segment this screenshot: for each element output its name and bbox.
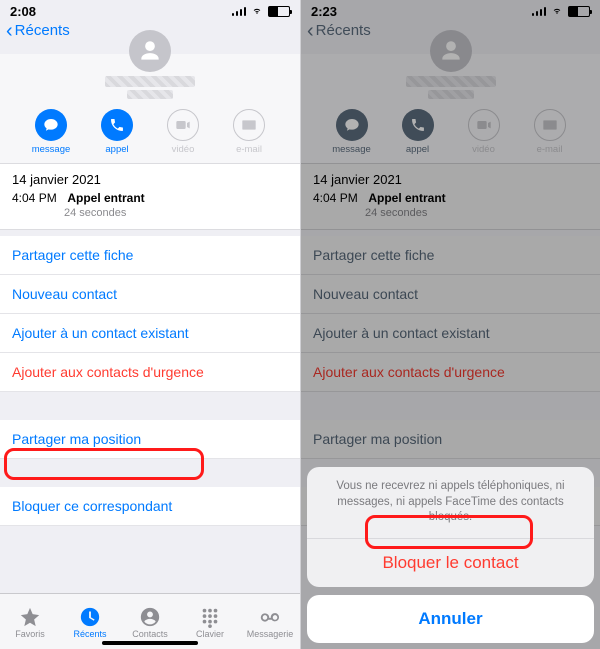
cell-signal-icon <box>532 6 547 16</box>
add-existing-row[interactable]: Ajouter à un contact existant <box>301 314 600 353</box>
battery-icon <box>268 6 290 17</box>
avatar <box>129 30 171 72</box>
call-button[interactable]: appel <box>396 109 440 155</box>
contact-sub-redacted <box>127 90 173 99</box>
new-contact-row[interactable]: Nouveau contact <box>0 275 300 314</box>
wifi-icon <box>250 6 264 16</box>
phone-right: 2:23 ‹ Récents message <box>300 0 600 649</box>
phone-left: 2:08 ‹ Récents message <box>0 0 300 649</box>
home-indicator[interactable] <box>102 641 198 645</box>
person-circle-icon <box>139 606 161 628</box>
emergency-row[interactable]: Ajouter aux contacts d'urgence <box>301 353 600 392</box>
person-icon <box>438 38 464 64</box>
contact-header: message appel vidéo e-mail <box>0 54 300 163</box>
call-type: Appel entrant <box>67 191 144 205</box>
sheet-cancel-button[interactable]: Annuler <box>307 595 594 643</box>
call-duration: 24 secondes <box>64 207 288 219</box>
mail-icon <box>241 117 257 133</box>
contact-name-redacted <box>105 76 195 87</box>
video-label: vidéo <box>472 144 495 155</box>
tab-favorites[interactable]: Favoris <box>2 606 58 639</box>
cell-signal-icon <box>232 6 247 16</box>
avatar <box>430 30 472 72</box>
chevron-left-icon: ‹ <box>6 24 13 38</box>
call-time: 4:04 PM <box>12 191 64 205</box>
phone-icon <box>109 117 125 133</box>
call-label: appel <box>105 144 128 155</box>
status-time: 2:08 <box>10 4 36 19</box>
contact-actions: message appel vidéo e-mail <box>29 109 271 155</box>
phone-icon <box>410 117 426 133</box>
clock-icon <box>79 606 101 628</box>
mail-icon <box>542 117 558 133</box>
message-button[interactable]: message <box>330 109 374 155</box>
back-label: Récents <box>316 22 371 39</box>
email-button: e-mail <box>528 109 572 155</box>
person-icon <box>137 38 163 64</box>
call-label: appel <box>406 144 429 155</box>
message-button[interactable]: message <box>29 109 73 155</box>
sheet-message: Vous ne recevrez ni appels téléphoniques… <box>307 467 594 539</box>
contact-sub-redacted <box>428 90 474 99</box>
share-location-row[interactable]: Partager ma position <box>0 420 300 459</box>
contact-actions: message appel vidéo e-mail <box>330 109 572 155</box>
back-button[interactable]: ‹ Récents <box>307 22 371 39</box>
contact-name-redacted <box>406 76 496 87</box>
wifi-icon <box>550 6 564 16</box>
video-button: vidéo <box>161 109 205 155</box>
message-label: message <box>32 144 71 155</box>
call-duration: 24 secondes <box>365 207 588 219</box>
email-label: e-mail <box>537 144 563 155</box>
battery-icon <box>568 6 590 17</box>
status-time: 2:23 <box>311 4 337 19</box>
message-icon <box>344 117 360 133</box>
block-row[interactable]: Bloquer ce correspondant <box>0 487 300 526</box>
back-button[interactable]: ‹ Récents <box>6 22 70 39</box>
call-log: 14 janvier 2021 4:04 PM Appel entrant 24… <box>301 163 600 230</box>
share-location-row[interactable]: Partager ma position <box>301 420 600 459</box>
video-icon <box>476 117 492 133</box>
star-icon <box>19 606 41 628</box>
status-bar: 2:23 <box>301 0 600 22</box>
video-label: vidéo <box>172 144 195 155</box>
add-existing-row[interactable]: Ajouter à un contact existant <box>0 314 300 353</box>
voicemail-icon <box>259 606 281 628</box>
back-label: Récents <box>15 22 70 39</box>
tab-contacts[interactable]: Contacts <box>122 606 178 639</box>
emergency-row[interactable]: Ajouter aux contacts d'urgence <box>0 353 300 392</box>
action-sheet: Vous ne recevrez ni appels téléphoniques… <box>307 467 594 643</box>
chevron-left-icon: ‹ <box>307 24 314 38</box>
call-date: 14 janvier 2021 <box>12 172 288 187</box>
video-icon <box>175 117 191 133</box>
share-card-row[interactable]: Partager cette fiche <box>301 236 600 275</box>
tab-recents[interactable]: Récents <box>62 606 118 639</box>
call-button[interactable]: appel <box>95 109 139 155</box>
message-icon <box>43 117 59 133</box>
call-time: 4:04 PM <box>313 191 365 205</box>
tab-keypad[interactable]: Clavier <box>182 606 238 639</box>
video-button: vidéo <box>462 109 506 155</box>
call-date: 14 janvier 2021 <box>313 172 588 187</box>
new-contact-row[interactable]: Nouveau contact <box>301 275 600 314</box>
call-log: 14 janvier 2021 4:04 PM Appel entrant 24… <box>0 163 300 230</box>
tab-voicemail[interactable]: Messagerie <box>242 606 298 639</box>
contact-header: message appel vidéo e-mail <box>301 54 600 163</box>
message-label: message <box>332 144 371 155</box>
status-bar: 2:08 <box>0 0 300 22</box>
share-card-row[interactable]: Partager cette fiche <box>0 236 300 275</box>
keypad-icon <box>199 606 221 628</box>
email-label: e-mail <box>236 144 262 155</box>
sheet-block-button[interactable]: Bloquer le contact <box>307 539 594 587</box>
email-button: e-mail <box>227 109 271 155</box>
call-type: Appel entrant <box>368 191 445 205</box>
